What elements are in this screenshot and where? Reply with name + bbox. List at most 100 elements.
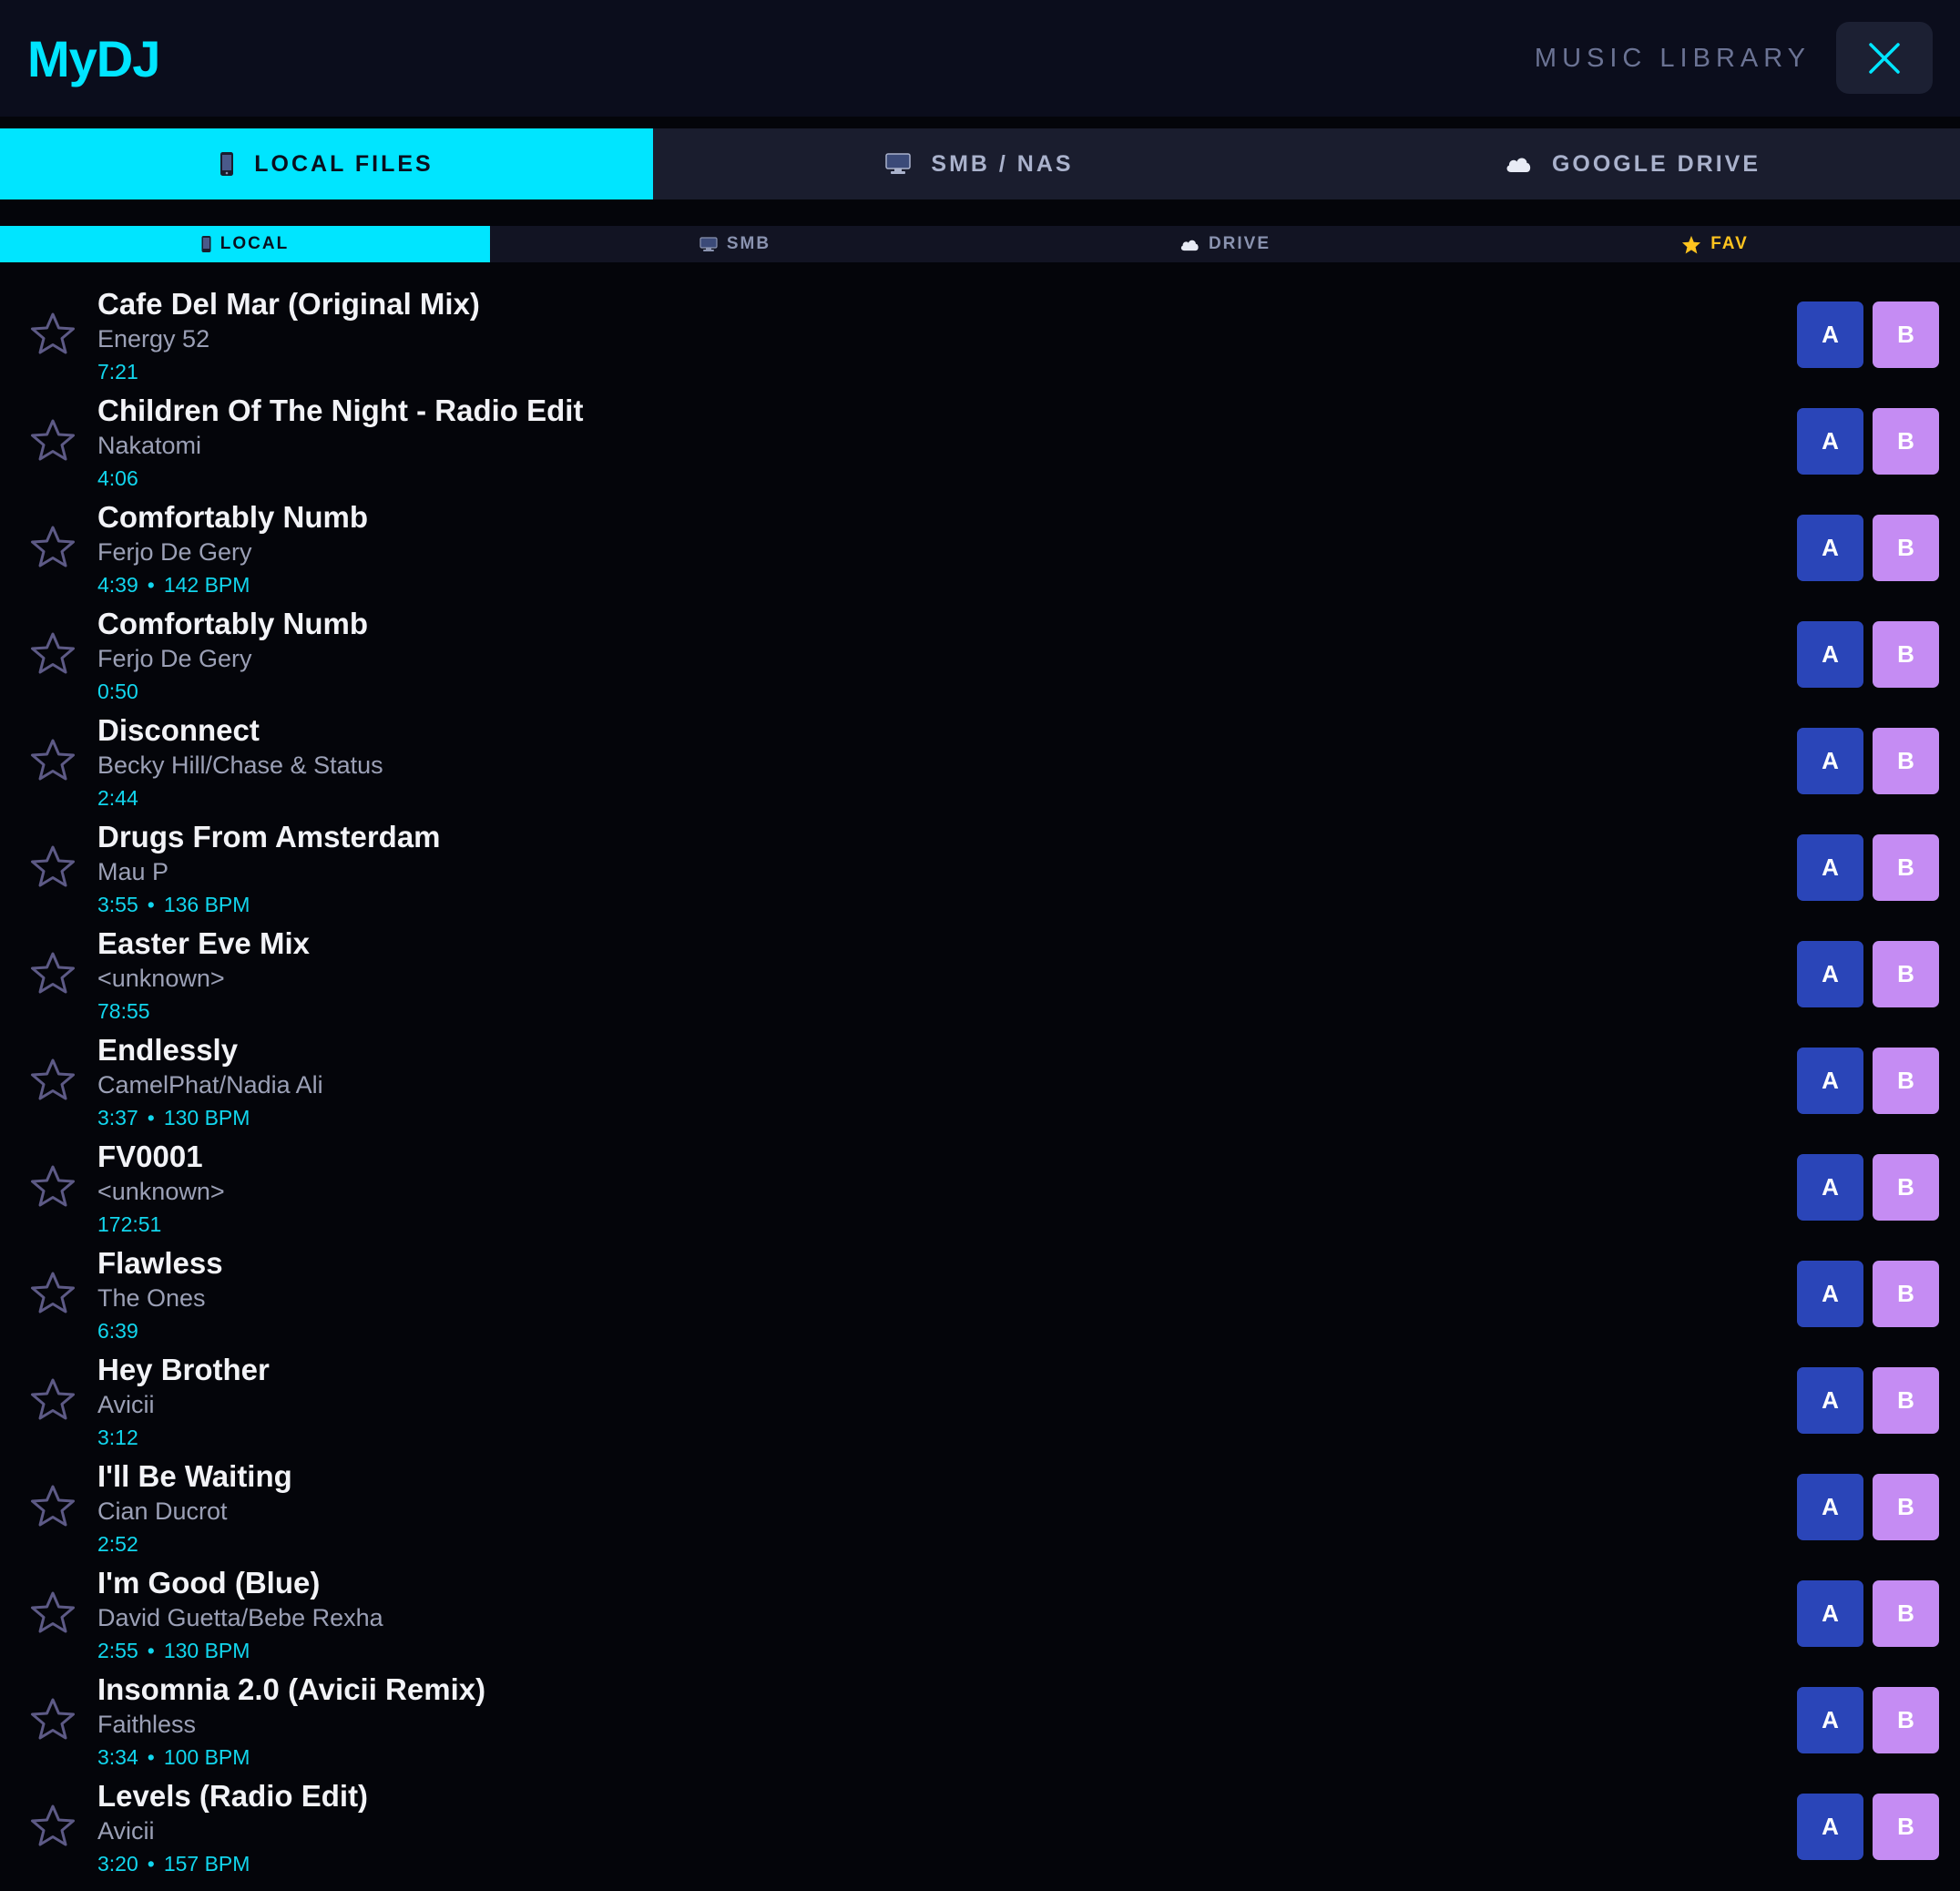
load-deck-a-button[interactable]: A [1797,834,1863,901]
load-deck-b-button[interactable]: B [1873,941,1939,1007]
load-deck-b-button[interactable]: B [1873,302,1939,368]
load-deck-a-button[interactable]: A [1797,1261,1863,1327]
subtab-label: DRIVE [1208,234,1271,253]
favorite-star-icon[interactable] [30,844,76,888]
track-meta: 78:55 [97,999,150,1024]
track-row[interactable]: Hey Brother Avicii 3:12 A B [0,1345,1960,1452]
track-meta: 3:55 • 136 BPM [97,893,250,917]
track-artist: Avicii [97,1817,155,1845]
track-meta: 4:39 • 142 BPM [97,573,250,598]
phone-icon [219,152,234,176]
favorite-star-icon[interactable] [30,1058,76,1101]
load-deck-b-button[interactable]: B [1873,1580,1939,1647]
load-deck-b-button[interactable]: B [1873,408,1939,475]
favorite-star-icon[interactable] [30,418,76,462]
star-icon [1681,235,1701,254]
tab-label: LOCAL FILES [254,150,434,177]
track-artist: CamelPhat/Nadia Ali [97,1071,323,1099]
track-duration: 172:51 [97,1212,162,1236]
subtab-fav[interactable]: FAV [1470,226,1960,262]
track-artist: Ferjo De Gery [97,645,252,672]
track-bpm: 142 BPM [163,573,250,597]
music-library-screen: MyDJ MUSIC LIBRARY LOCAL FILES SMB / NAS… [0,0,1960,1891]
meta-separator: • [147,1852,155,1876]
track-row[interactable]: Cafe Del Mar (Original Mix) Energy 52 7:… [0,280,1960,386]
favorite-star-icon[interactable] [30,1804,76,1847]
track-title: Easter Eve Mix [97,926,310,960]
close-button[interactable] [1836,22,1933,94]
load-deck-a-button[interactable]: A [1797,1474,1863,1540]
load-deck-b-button[interactable]: B [1873,1367,1939,1434]
track-row[interactable]: I'm Good (Blue) David Guetta/Bebe Rexha … [0,1559,1960,1665]
track-title: I'm Good (Blue) [97,1566,321,1600]
favorite-star-icon[interactable] [30,1697,76,1741]
phone-icon [201,236,211,252]
favorite-star-icon[interactable] [30,1377,76,1421]
track-row[interactable]: I'll Be Waiting Cian Ducrot 2:52 A B [0,1452,1960,1559]
track-row[interactable]: Drugs From Amsterdam Mau P 3:55 • 136 BPM … [0,813,1960,919]
load-deck-a-button[interactable]: A [1797,728,1863,794]
track-artist: Nakatomi [97,432,202,459]
load-deck-a-button[interactable]: A [1797,1687,1863,1753]
track-meta: 172:51 [97,1212,161,1237]
load-deck-b-button[interactable]: B [1873,621,1939,688]
track-row[interactable]: Comfortably Numb Ferjo De Gery 0:50 A B [0,599,1960,706]
track-row[interactable]: Flawless The Ones 6:39 A B [0,1239,1960,1345]
track-bpm: 136 BPM [163,893,250,916]
track-row[interactable]: Comfortably Numb Ferjo De Gery 4:39 • 142 … [0,493,1960,599]
track-meta: 4:06 [97,466,138,491]
favorite-star-icon[interactable] [30,1590,76,1634]
track-artist: Avicii [97,1391,155,1418]
favorite-star-icon[interactable] [30,525,76,568]
track-row[interactable]: FV0001 <unknown> 172:51 A B [0,1132,1960,1239]
track-artist: David Guetta/Bebe Rexha [97,1604,383,1631]
load-deck-a-button[interactable]: A [1797,1367,1863,1434]
load-deck-a-button[interactable]: A [1797,621,1863,688]
load-deck-a-button[interactable]: A [1797,1580,1863,1647]
load-deck-b-button[interactable]: B [1873,834,1939,901]
tab-google-drive[interactable]: GOOGLE DRIVE [1306,128,1959,199]
load-deck-a-button[interactable]: A [1797,1048,1863,1114]
subtab-label: LOCAL [219,234,290,253]
meta-separator: • [147,1745,155,1769]
subtab-drive[interactable]: DRIVE [980,226,1470,262]
favorite-star-icon[interactable] [30,1271,76,1314]
track-title: Comfortably Numb [97,500,368,534]
load-deck-a-button[interactable]: A [1797,515,1863,581]
load-deck-a-button[interactable]: A [1797,408,1863,475]
load-deck-a-button[interactable]: A [1797,941,1863,1007]
track-row[interactable]: Children Of The Night - Radio Edit Nakat… [0,386,1960,493]
track-row[interactable]: Disconnect Becky Hill/Chase & Status 2:4… [0,706,1960,813]
favorite-star-icon[interactable] [30,951,76,995]
subtab-local[interactable]: LOCAL [0,226,490,262]
track-meta: 2:44 [97,786,138,811]
load-deck-b-button[interactable]: B [1873,1048,1939,1114]
track-row[interactable]: Endlessly CamelPhat/Nadia Ali 3:37 • 130 B… [0,1026,1960,1132]
track-duration: 2:52 [97,1532,138,1556]
track-row[interactable]: Insomnia 2.0 (Avicii Remix) Faithless 3:… [0,1665,1960,1772]
load-deck-a-button[interactable]: A [1797,1154,1863,1221]
favorite-star-icon[interactable] [30,738,76,782]
favorite-star-icon[interactable] [30,1164,76,1208]
load-deck-b-button[interactable]: B [1873,728,1939,794]
track-row[interactable]: Levels (Radio Edit) Avicii 3:20 • 157 BPM … [0,1772,1960,1878]
load-deck-b-button[interactable]: B [1873,515,1939,581]
meta-separator: • [147,573,155,597]
tab-local-files[interactable]: LOCAL FILES [0,128,653,199]
load-deck-b-button[interactable]: B [1873,1154,1939,1221]
subtab-smb[interactable]: SMB [490,226,980,262]
track-title: Comfortably Numb [97,607,368,640]
tab-smb-nas[interactable]: SMB / NAS [653,128,1306,199]
track-duration: 3:34 [97,1745,138,1769]
load-deck-b-button[interactable]: B [1873,1474,1939,1540]
favorite-star-icon[interactable] [30,631,76,675]
track-row[interactable]: Easter Eve Mix <unknown> 78:55 A B [0,919,1960,1026]
track-meta: 3:37 • 130 BPM [97,1106,250,1130]
load-deck-b-button[interactable]: B [1873,1794,1939,1860]
favorite-star-icon[interactable] [30,312,76,355]
load-deck-a-button[interactable]: A [1797,302,1863,368]
load-deck-b-button[interactable]: B [1873,1261,1939,1327]
load-deck-b-button[interactable]: B [1873,1687,1939,1753]
load-deck-a-button[interactable]: A [1797,1794,1863,1860]
favorite-star-icon[interactable] [30,1484,76,1528]
